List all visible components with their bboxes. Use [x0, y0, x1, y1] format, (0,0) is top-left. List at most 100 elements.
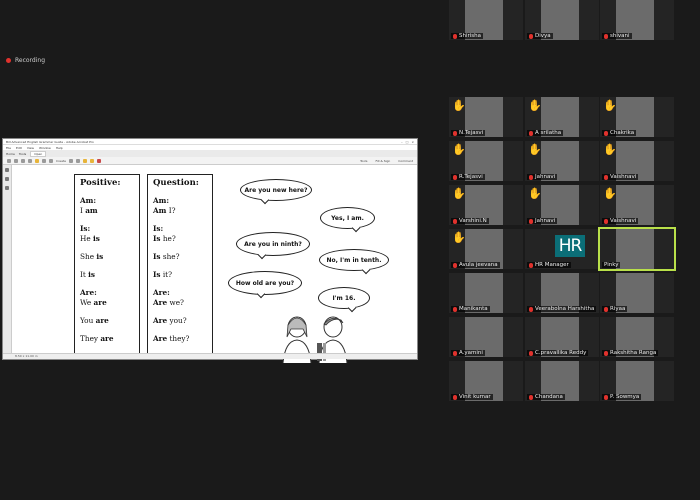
menu-view[interactable]: View — [27, 146, 34, 150]
participant-tile[interactable]: ✋ Avula jeevana — [449, 229, 523, 269]
grammar-line: They are — [80, 334, 139, 345]
participant-tile[interactable]: C.pravallika Reddy — [525, 317, 599, 357]
email-icon[interactable] — [21, 158, 25, 163]
grammar-line: Is he? — [153, 234, 212, 245]
participant-name: C.pravallika Reddy — [535, 350, 587, 356]
line-text: She — [80, 252, 97, 262]
prev-page-icon[interactable] — [42, 158, 46, 163]
line-text: We — [80, 298, 94, 308]
line-bold-verb: are — [93, 298, 107, 308]
line-text: It — [80, 270, 89, 280]
line-bold-verb: is — [96, 252, 104, 262]
pages-icon[interactable] — [5, 186, 9, 190]
zoom-select[interactable]: Create — [56, 159, 66, 163]
bookmarks-icon[interactable] — [5, 168, 9, 172]
shared-screen: Bill Advanced English Grammar Guide - Ad… — [2, 138, 418, 363]
participant-name: Vaishnavi — [610, 174, 637, 180]
pen-icon[interactable] — [89, 158, 94, 163]
comment-icon[interactable] — [82, 158, 87, 163]
participant-tile[interactable]: Shirisha — [449, 0, 523, 40]
participant-name: Chandana — [535, 394, 563, 400]
raised-hand-icon: ✋ — [528, 99, 542, 112]
participant-tile[interactable]: Vinit kumar — [449, 361, 523, 401]
participant-tile[interactable]: Manikanta — [449, 273, 523, 313]
menu-file[interactable]: File — [6, 146, 11, 150]
grammar-line: You are — [80, 316, 139, 327]
participant-tile[interactable]: Veerabolna Harshitha — [525, 273, 599, 313]
muted-mic-icon — [604, 394, 608, 400]
tab-document[interactable]: Open — [30, 150, 47, 157]
recording-indicator: Recording — [6, 57, 45, 64]
window-controls: – □ × — [401, 140, 417, 144]
tab-comment[interactable]: Comment — [398, 159, 413, 163]
positive-heading: Positive: — [80, 178, 121, 188]
line-text: They — [80, 334, 101, 344]
line-text: You — [80, 316, 96, 326]
tab-right-tools[interactable]: Tools — [360, 159, 367, 163]
search-icon[interactable] — [28, 158, 32, 163]
participant-tile[interactable]: ✋ Chakrika — [600, 97, 674, 137]
grammar-line: Are you? — [153, 316, 212, 327]
menu-window[interactable]: Window — [39, 146, 51, 150]
line-bold-verb: Are — [153, 298, 168, 308]
print-icon[interactable] — [14, 158, 18, 163]
sign-icon[interactable] — [96, 158, 101, 163]
participant-tile[interactable]: HR HR Manager — [525, 229, 599, 269]
raised-hand-icon: ✋ — [528, 143, 542, 156]
document-area: Positive: Am: I am Is: He is She is It is Are:… — [3, 165, 417, 363]
line-bold-verb: is — [93, 234, 100, 244]
next-page-icon[interactable] — [49, 158, 53, 163]
muted-mic-icon — [453, 262, 457, 268]
maximize-icon[interactable]: □ — [406, 140, 409, 144]
muted-mic-icon — [529, 394, 533, 400]
participant-tile[interactable]: ✋ Jahnavi — [525, 185, 599, 225]
participant-name-tag: shivani — [602, 33, 632, 39]
tab-fill-sign[interactable]: Fill & Sign — [375, 159, 390, 163]
right-panel-tabs: Tools Fill & Sign Comment — [360, 159, 417, 163]
close-icon[interactable]: × — [411, 140, 414, 144]
participant-tile[interactable]: ✋ Vaishnavi — [600, 141, 674, 181]
participant-tile[interactable]: Chandana — [525, 361, 599, 401]
participant-tile[interactable]: P. Sowmya — [600, 361, 674, 401]
grammar-line: Is she? — [153, 252, 212, 263]
line-bold-verb: Is: — [80, 224, 91, 234]
line-bold-verb: Are: — [153, 288, 170, 298]
tab-home[interactable]: Home — [6, 152, 15, 156]
participant-name: Manikanta — [459, 306, 488, 312]
minimize-icon[interactable]: – — [401, 140, 403, 144]
menu-help[interactable]: Help — [56, 146, 63, 150]
participant-tile[interactable]: ✋ Jahnavi — [525, 141, 599, 181]
participant-tile[interactable]: Rakshitha Ranga — [600, 317, 674, 357]
participant-tile[interactable]: ✋ Varshini.N — [449, 185, 523, 225]
select-tool-icon[interactable] — [68, 158, 73, 163]
participant-tile[interactable]: ✋ A srilatha — [525, 97, 599, 137]
participant-tile[interactable]: A.yamini — [449, 317, 523, 357]
grammar-line: Are we? — [153, 298, 212, 309]
line-text: you? — [167, 316, 187, 326]
participant-tile[interactable]: ✋ N.Tejasvi — [449, 97, 523, 137]
speech-bubble: Are you new here? — [240, 179, 312, 201]
hand-tool-icon[interactable] — [75, 158, 80, 163]
participant-tile[interactable]: shivani — [600, 0, 674, 40]
participant-tile[interactable]: Riyaa — [600, 273, 674, 313]
save-icon[interactable] — [7, 158, 11, 163]
menu-edit[interactable]: Edit — [16, 146, 22, 150]
muted-mic-icon — [453, 218, 457, 224]
muted-mic-icon — [604, 33, 608, 39]
highlight-icon[interactable] — [35, 158, 39, 163]
participant-tile[interactable]: ✋ Vaishnavi — [600, 185, 674, 225]
participant-tile[interactable]: ✋ R.Tejasvi — [449, 141, 523, 181]
line-text: they? — [167, 334, 190, 344]
reader-tabbar: Home Tools Open — [3, 150, 417, 157]
participant-tile[interactable]: Divya — [525, 0, 599, 40]
participant-name-tag: N.Tejasvi — [451, 130, 486, 136]
line-text: it? — [160, 270, 173, 280]
participant-name-tag: Divya — [527, 33, 553, 39]
participant-tile[interactable]: Pinky — [598, 227, 676, 271]
tab-tools[interactable]: Tools — [19, 152, 26, 156]
participant-name-tag: Manikanta — [451, 306, 490, 312]
participant-name: Shirisha — [459, 33, 482, 39]
grammar-line: I am — [80, 206, 139, 217]
attachments-icon[interactable] — [5, 177, 9, 181]
participant-name-tag: Chandana — [527, 394, 565, 400]
